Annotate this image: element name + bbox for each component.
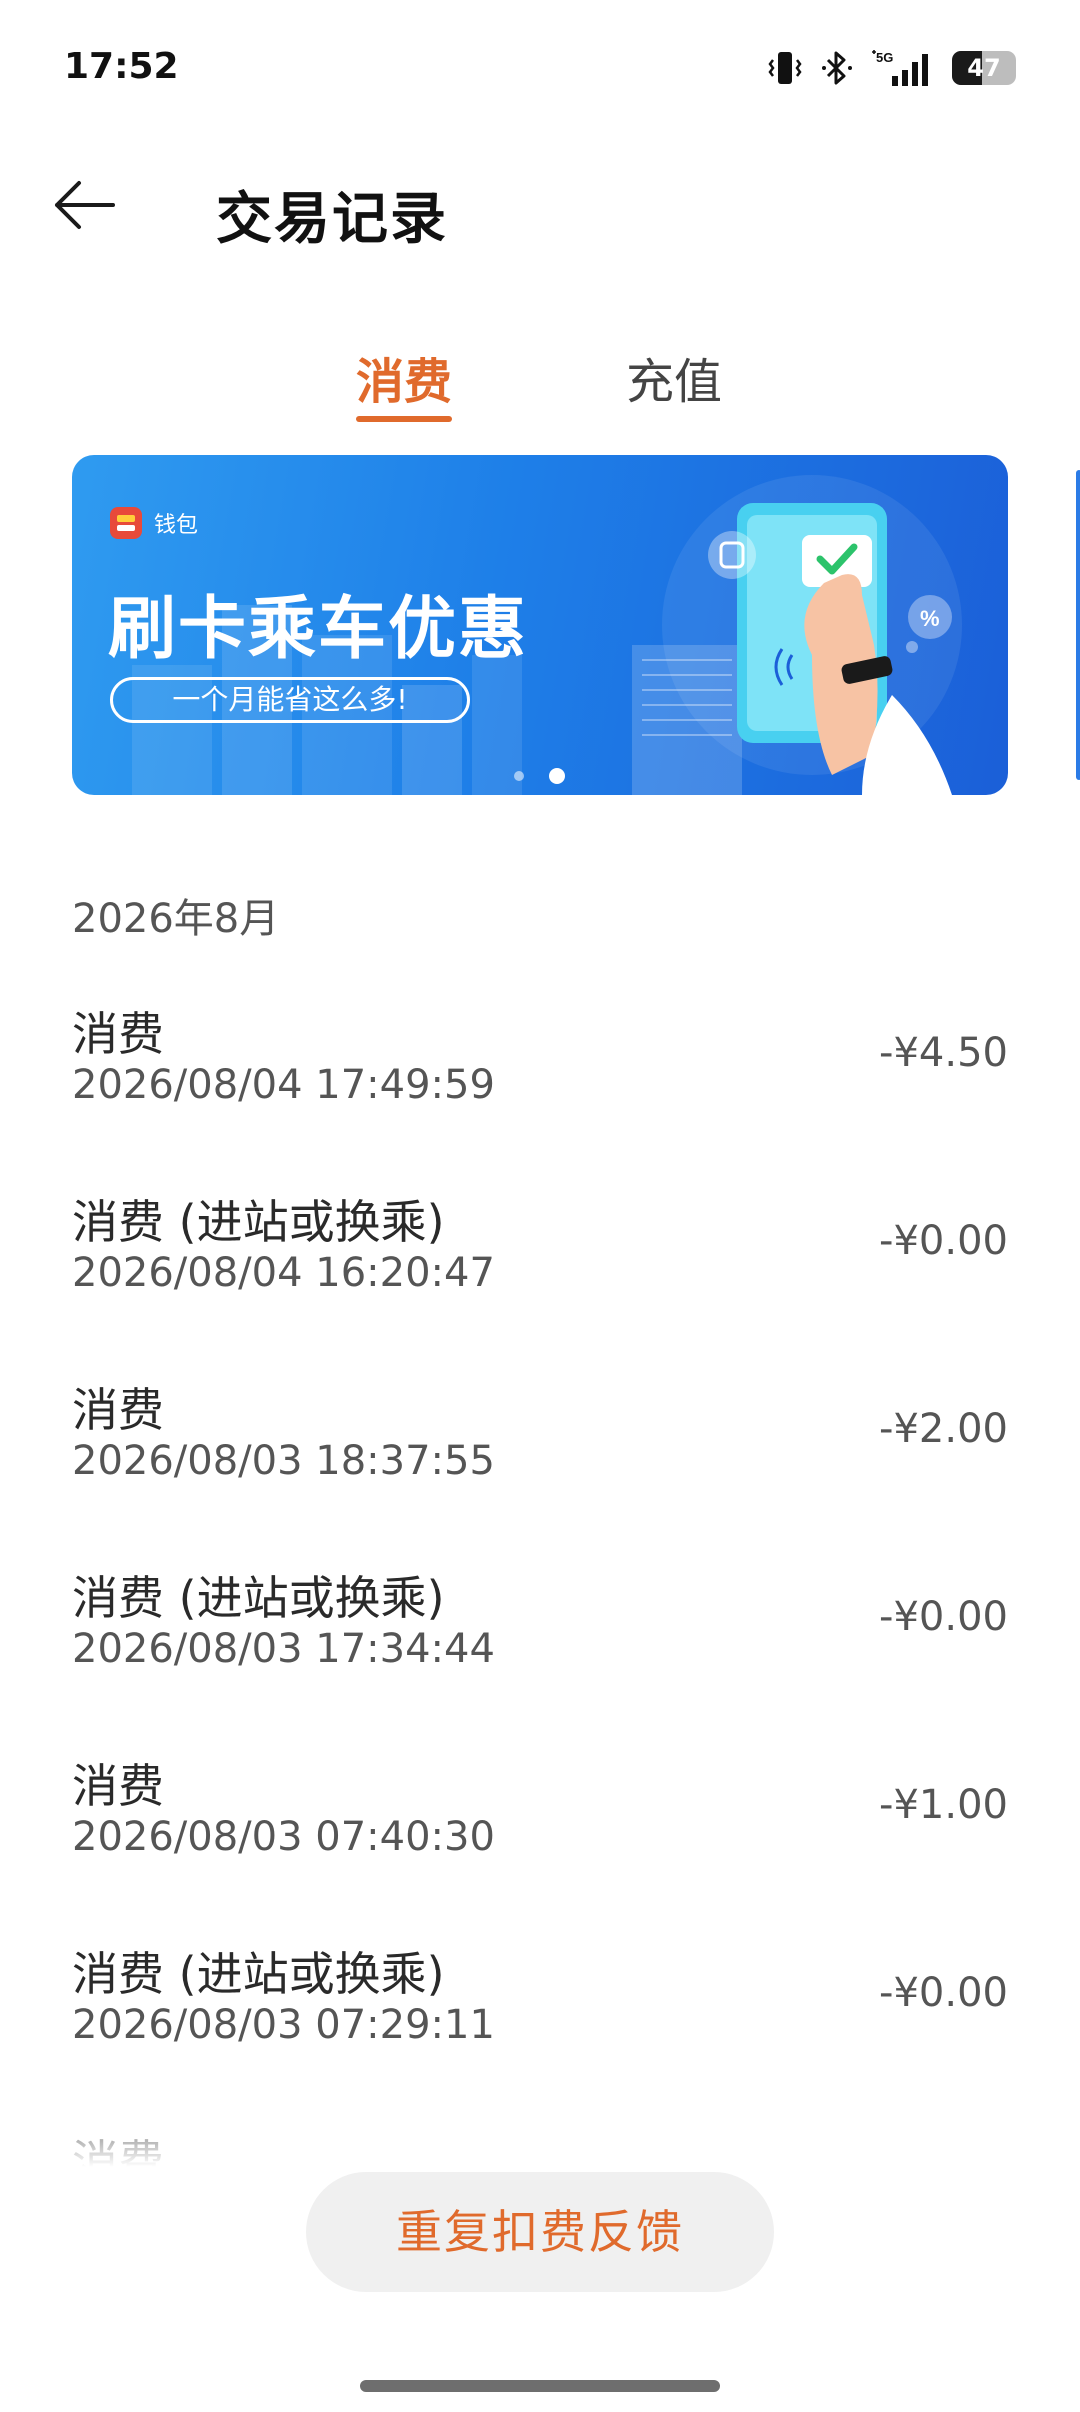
status-icons: 5G 47 bbox=[768, 48, 1016, 88]
duplicate-charge-feedback-button[interactable]: 重复扣费反馈 bbox=[306, 2172, 774, 2292]
status-time: 17:52 bbox=[64, 46, 179, 87]
svg-text:5G: 5G bbox=[876, 50, 893, 65]
banner-subtitle: 一个月能省这么多! bbox=[110, 677, 470, 723]
transaction-amount: -¥4.50 bbox=[879, 1030, 1008, 1076]
banner-page-dot bbox=[514, 771, 524, 781]
active-tab-indicator bbox=[356, 416, 452, 422]
transaction-amount: -¥2.00 bbox=[879, 1406, 1008, 1452]
home-indicator[interactable] bbox=[360, 2380, 720, 2392]
banner-page-dot-active bbox=[549, 768, 565, 784]
5g-signal-icon: 5G bbox=[872, 48, 934, 88]
transaction-item[interactable]: 消费 2026/08/04 17:49:59 -¥4.50 bbox=[0, 990, 1080, 1178]
svg-text:%: % bbox=[920, 606, 940, 631]
transaction-type: 消费 (进站或换乘) bbox=[72, 1947, 445, 2001]
wallet-logo-icon bbox=[110, 507, 142, 539]
wallet-brand: 钱包 bbox=[110, 507, 198, 539]
transaction-amount: -¥0.00 bbox=[879, 1970, 1008, 2016]
tab-bar: 消费 充值 bbox=[0, 330, 1080, 430]
vibrate-icon bbox=[768, 48, 802, 88]
transaction-time: 2026/08/03 07:40:30 bbox=[72, 1814, 495, 1860]
next-banner-peek bbox=[1076, 470, 1080, 780]
transaction-time: 2026/08/04 16:20:47 bbox=[72, 1250, 495, 1296]
transaction-time: 2026/08/03 17:34:44 bbox=[72, 1626, 495, 1672]
wallet-name: 钱包 bbox=[154, 513, 199, 538]
transaction-amount: -¥0.00 bbox=[879, 1218, 1008, 1264]
tab-consume[interactable]: 消费 bbox=[356, 342, 452, 412]
transaction-item[interactable]: 消费 2026/08/03 18:37:55 -¥2.00 bbox=[0, 1366, 1080, 1554]
transaction-item[interactable]: 消费 2026/08/03 07:40:30 -¥1.00 bbox=[0, 1742, 1080, 1930]
battery-icon: 47 bbox=[952, 51, 1016, 85]
transaction-type: 消费 bbox=[72, 1383, 164, 1437]
transaction-item[interactable]: 消费 (进站或换乘) 2026/08/03 17:34:44 -¥0.00 bbox=[0, 1554, 1080, 1742]
transaction-amount: -¥0.00 bbox=[879, 1594, 1008, 1640]
transaction-list: 消费 2026/08/04 17:49:59 -¥4.50 消费 (进站或换乘)… bbox=[0, 990, 1080, 2170]
transaction-type: 消费 (进站或换乘) bbox=[72, 1571, 445, 1625]
page-title: 交易记录 bbox=[216, 187, 448, 252]
tab-recharge[interactable]: 充值 bbox=[626, 342, 722, 412]
bluetooth-icon bbox=[820, 48, 854, 88]
banner-title: 刷卡乘车优惠 bbox=[108, 590, 529, 669]
arrow-left-icon bbox=[55, 181, 115, 229]
transaction-time: 2026/08/03 07:29:11 bbox=[72, 2002, 495, 2048]
transaction-type: 消费 bbox=[72, 1007, 164, 1061]
transaction-item[interactable]: 消费 (进站或换乘) 2026/08/04 16:20:47 -¥0.00 bbox=[0, 1178, 1080, 1366]
transaction-type: 消费 (进站或换乘) bbox=[72, 1195, 445, 1249]
month-header: 2026年8月 bbox=[72, 896, 280, 942]
transaction-time: 2026/08/03 18:37:55 bbox=[72, 1438, 495, 1484]
status-bar: 17:52 5G 47 bbox=[0, 0, 1080, 130]
transaction-amount: -¥1.00 bbox=[879, 1782, 1008, 1828]
battery-level: 47 bbox=[967, 54, 1001, 82]
back-button[interactable] bbox=[50, 170, 120, 240]
transaction-type: 消费 bbox=[72, 1759, 164, 1813]
promo-banner[interactable]: % 钱包 刷卡乘车优惠 一个月能省这么多! bbox=[72, 455, 1008, 795]
header: 交易记录 bbox=[0, 150, 1080, 260]
transaction-time: 2026/08/04 17:49:59 bbox=[72, 1062, 495, 1108]
